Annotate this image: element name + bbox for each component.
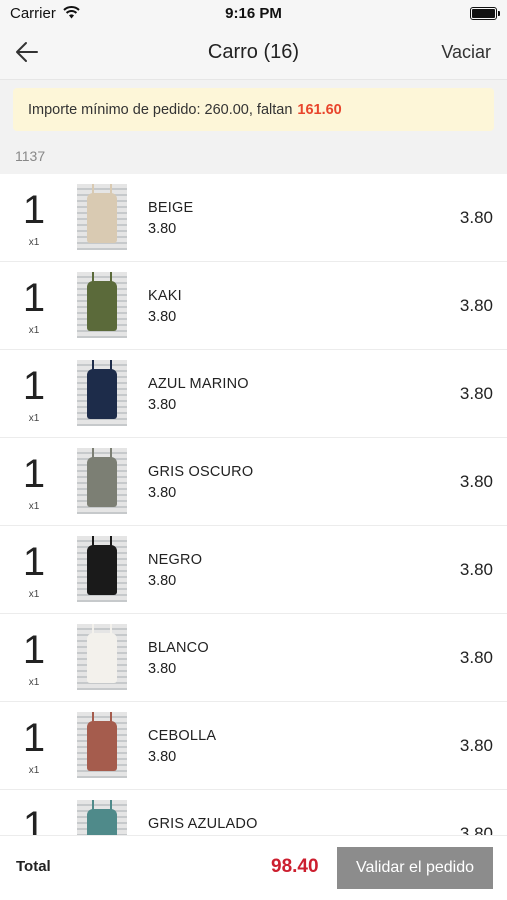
item-name: CEBOLLA [148, 728, 217, 744]
item-unit-price: 3.80 [148, 309, 177, 325]
item-total: 3.80 [459, 208, 493, 227]
cart-item[interactable]: 1 x1 NEGRO 3.80 3.80 [0, 526, 507, 614]
item-name: BEIGE [148, 200, 194, 216]
item-total: 3.80 [459, 384, 493, 403]
item-unit-price: 3.80 [148, 485, 177, 501]
item-total: 3.80 [459, 736, 493, 755]
item-multiplier: x1 [28, 325, 40, 336]
total-value: 98.40 [271, 856, 319, 877]
product-thumbnail [77, 184, 127, 250]
item-quantity[interactable]: 1 [0, 278, 68, 318]
item-unit-price: 3.80 [148, 221, 177, 237]
item-name: GRIS OSCURO [148, 464, 254, 480]
item-quantity[interactable]: 1 [0, 454, 68, 494]
product-thumbnail [77, 712, 127, 778]
battery-icon [470, 7, 500, 20]
item-total: 3.80 [459, 472, 493, 491]
item-total: 3.80 [459, 560, 493, 579]
notice-text: Importe mínimo de pedido: 260.00, faltan [28, 102, 293, 118]
product-thumbnail [77, 272, 127, 338]
item-quantity[interactable]: 1 [0, 366, 68, 406]
product-thumbnail [77, 800, 127, 835]
cart-list[interactable]: 1 x1 BEIGE 3.80 3.80 1 x1 KAKI 3.80 3.80 1 x1 AZUL M… [0, 174, 507, 835]
order-id: 1137 [15, 148, 46, 164]
item-unit-price: 3.80 [148, 749, 177, 765]
item-multiplier: x1 [28, 765, 40, 776]
product-thumbnail [77, 536, 127, 602]
cart-item[interactable]: 1 x1 BEIGE 3.80 3.80 [0, 174, 507, 262]
nav-bar: Carro (16) Vaciar [0, 28, 507, 80]
status-bar: Carrier 9:16 PM [0, 0, 507, 28]
empty-cart-button[interactable]: Vaciar [441, 42, 491, 63]
missing-amount: 161.60 [297, 102, 342, 118]
item-multiplier: x1 [28, 413, 40, 424]
cart-item[interactable]: 1 x1 AZUL MARINO 3.80 3.80 [0, 350, 507, 438]
cart-item[interactable]: 1 x1 KAKI 3.80 3.80 [0, 262, 507, 350]
checkout-bar: Total 98.40 Validar el pedido [0, 835, 507, 900]
item-quantity[interactable]: 1 [0, 718, 68, 758]
item-total: 3.80 [459, 824, 493, 835]
item-quantity[interactable]: 1 [0, 190, 68, 230]
item-name: GRIS AZULADO [148, 816, 258, 832]
item-multiplier: x1 [28, 501, 40, 512]
item-quantity[interactable]: 1 [0, 630, 68, 670]
item-quantity[interactable]: 1 [0, 542, 68, 582]
product-thumbnail [77, 360, 127, 426]
cart-item[interactable]: 1 x1 CEBOLLA 3.80 3.80 [0, 702, 507, 790]
item-total: 3.80 [459, 648, 493, 667]
item-multiplier: x1 [28, 677, 40, 688]
item-total: 3.80 [459, 296, 493, 315]
item-unit-price: 3.80 [148, 661, 177, 677]
product-thumbnail [77, 624, 127, 690]
item-quantity[interactable]: 1 [0, 806, 68, 835]
item-name: NEGRO [148, 552, 203, 568]
total-label: Total [16, 858, 51, 875]
product-thumbnail [77, 448, 127, 514]
item-multiplier: x1 [28, 237, 40, 248]
item-name: AZUL MARINO [148, 376, 249, 392]
cart-item[interactable]: 1x1GRIS AZULADO3.803.80 [0, 790, 507, 835]
item-multiplier: x1 [28, 589, 40, 600]
cart-item[interactable]: 1 x1 BLANCO 3.80 3.80 [0, 614, 507, 702]
item-name: KAKI [148, 288, 182, 304]
item-unit-price: 3.80 [148, 573, 177, 589]
cart-item[interactable]: 1 x1 GRIS OSCURO 3.80 3.80 [0, 438, 507, 526]
validate-order-button[interactable]: Validar el pedido [337, 847, 493, 889]
minimum-order-notice: Importe mínimo de pedido: 260.00, faltan… [13, 88, 494, 131]
item-name: BLANCO [148, 640, 209, 656]
item-unit-price: 3.80 [148, 397, 177, 413]
status-time: 9:16 PM [225, 5, 282, 22]
page-title: Carro (16) [207, 41, 300, 63]
